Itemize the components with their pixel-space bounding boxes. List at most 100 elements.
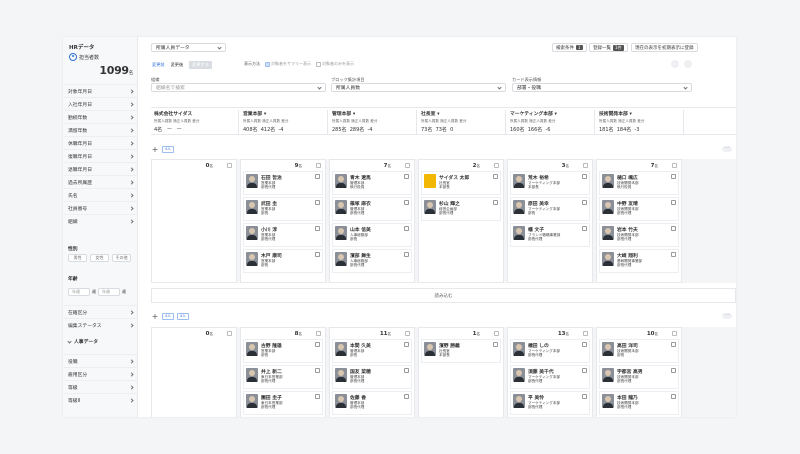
card-checkbox[interactable] xyxy=(671,342,676,347)
column-checkbox[interactable] xyxy=(405,331,410,336)
stat-tech[interactable]: 技術開発本部 ▾ 所属人員数 適正人員数 差分 181名 184名 -3 xyxy=(596,110,684,134)
sidebar-item-name[interactable]: 氏名 xyxy=(63,188,137,201)
card-checkbox[interactable] xyxy=(315,174,320,179)
employee-card[interactable]: 小川 淳営業本部 部長代理 xyxy=(243,223,323,247)
sidebar-item-grade2[interactable]: 等級Ⅱ xyxy=(63,393,137,406)
card-checkbox[interactable] xyxy=(404,368,409,373)
card-checkbox[interactable] xyxy=(671,174,676,179)
add-plus-icon[interactable]: + xyxy=(151,145,159,154)
column-checkbox[interactable] xyxy=(316,163,321,168)
sidebar-item-position[interactable]: 役職 xyxy=(63,354,137,367)
card-checkbox[interactable] xyxy=(582,394,587,399)
card-checkbox[interactable] xyxy=(582,226,587,231)
next-circle-button[interactable] xyxy=(684,60,692,68)
org-search-input[interactable]: 組織名で検索 xyxy=(151,83,326,92)
card-checkbox[interactable] xyxy=(493,174,498,179)
column-checkbox[interactable] xyxy=(672,331,677,336)
column-checkbox[interactable] xyxy=(227,331,232,336)
employee-card[interactable]: 岩本 竹夫 技術開発本部 部長代理 xyxy=(599,223,679,247)
card-checkbox[interactable] xyxy=(315,200,320,205)
row-tag[interactable]: 4人 xyxy=(176,312,189,320)
employee-card[interactable]: 大崎 翔利 基幹開発事業部 部長代理 xyxy=(599,249,679,273)
column-checkbox[interactable] xyxy=(583,163,588,168)
sidebar-item-target-date[interactable]: 対象年月日 xyxy=(63,84,137,97)
card-checkbox[interactable] xyxy=(315,226,320,231)
employee-card[interactable]: 濱野 勝義 社長室 本部長 xyxy=(421,339,501,363)
prev-circle-button[interactable] xyxy=(671,60,679,68)
employee-card[interactable]: 佐藤 香管理本部 部長代理 xyxy=(332,391,412,415)
card-checkbox[interactable] xyxy=(404,394,409,399)
section-hr-data[interactable]: 人事データ xyxy=(63,335,137,348)
sidebar-item-grade[interactable]: 等級 xyxy=(63,380,137,393)
registered-list-button[interactable]: 登録一覧 1件 xyxy=(589,43,628,52)
column-checkbox[interactable] xyxy=(583,331,588,336)
sidebar-item-years[interactable]: 満留年数 xyxy=(63,123,137,136)
employee-card[interactable]: 宇都宮 高男 技術開発本部 部長代理 xyxy=(599,365,679,389)
employee-card[interactable]: 須藤 美千代 マーケティング本部 部長代理 xyxy=(510,365,590,389)
sidebar-item-org[interactable]: 組織 xyxy=(63,214,137,227)
column-checkbox[interactable] xyxy=(494,163,499,168)
employee-card[interactable]: 濱部 舞生 人事総務部 部長代理 xyxy=(332,249,412,273)
sidebar-item-leave-date[interactable]: 休職年月日 xyxy=(63,136,137,149)
employee-card[interactable]: 山本 信美 人事総務部 部長 xyxy=(332,223,412,247)
card-select[interactable]: 部署・役職 xyxy=(512,83,692,92)
add-plus-icon[interactable]: + xyxy=(151,312,159,321)
employee-card[interactable]: 幡 文子 ブランド戦略事業部 部長代理 xyxy=(510,223,590,247)
employee-card[interactable]: 原田 美幸 マーケティング本部 部長 xyxy=(510,197,590,221)
employee-card[interactable]: 園田 圭子 東日本営業部 部長代理 xyxy=(243,391,323,415)
save-default-view-button[interactable]: 現在の表示を初期表示に登録 xyxy=(631,43,698,52)
card-checkbox[interactable] xyxy=(404,252,409,257)
employee-card[interactable]: 井上 新二 東日本営業部 部長代理 xyxy=(243,365,323,389)
column-checkbox[interactable] xyxy=(494,331,499,336)
sidebar-item-employment[interactable]: 雇用区分 xyxy=(63,367,137,380)
employee-card[interactable]: 中野 友晴 技術開発本部 部長代理 xyxy=(599,197,679,221)
employee-card[interactable]: 木戸 康司 営業本部 部長 xyxy=(243,249,323,273)
employee-card[interactable]: 青木 遼馬 管理本部 執行役員 xyxy=(332,171,412,195)
stat-president[interactable]: 社長室 ▾ 所属人員数 適正人員数 差分 73名 73名 0 xyxy=(418,110,506,134)
row-tag[interactable]: 4人 xyxy=(162,312,174,320)
sidebar-item-status[interactable]: 在籍区分 xyxy=(63,305,137,318)
sidebar-item-retire-date[interactable]: 退職年月日 xyxy=(63,162,137,175)
column-checkbox[interactable] xyxy=(316,331,321,336)
gender-male-button[interactable]: 男性 xyxy=(68,254,87,262)
gender-female-button[interactable]: 女性 xyxy=(90,254,109,262)
card-checkbox[interactable] xyxy=(404,174,409,179)
sidebar-item-join-date[interactable]: 入社年月日 xyxy=(63,97,137,110)
card-checkbox[interactable] xyxy=(493,342,498,347)
stat-marketing[interactable]: マーケティング本部 ▾ 所属人員数 適正人員数 差分 160名 166名 -6 xyxy=(507,110,595,134)
card-checkbox[interactable] xyxy=(315,368,320,373)
more-icon[interactable]: ··· xyxy=(722,313,732,319)
card-checkbox[interactable] xyxy=(315,394,320,399)
card-checkbox[interactable] xyxy=(315,252,320,257)
card-checkbox[interactable] xyxy=(404,200,409,205)
employee-card[interactable]: 樋口 颯広 技術開発本部 執行役員 xyxy=(599,171,679,195)
card-checkbox[interactable] xyxy=(493,200,498,205)
tab-before[interactable]: 変更前 xyxy=(152,62,165,68)
employee-card[interactable]: 本間 久美 管理本部 部長 xyxy=(332,339,412,363)
card-checkbox[interactable] xyxy=(671,394,676,399)
age-to-input[interactable]: 年歳 xyxy=(98,288,120,296)
employee-card[interactable]: 国友 菜穂 管理本部 部長代理 xyxy=(332,365,412,389)
age-from-input[interactable]: 年歳 xyxy=(68,288,90,296)
more-icon[interactable]: ··· xyxy=(722,146,732,152)
card-checkbox[interactable] xyxy=(671,252,676,257)
employee-card[interactable]: 篠塚 麻衣 管理本部 部長代理 xyxy=(332,197,412,221)
block-select[interactable]: 所属人員数 xyxy=(331,83,506,92)
card-checkbox[interactable] xyxy=(315,342,320,347)
card-checkbox[interactable] xyxy=(404,226,409,231)
sidebar-item-edit-status[interactable]: 編集ステータス xyxy=(63,318,137,331)
card-checkbox[interactable] xyxy=(582,200,587,205)
employee-card[interactable]: 古野 隆雄 営業本部 部長 xyxy=(243,339,323,363)
employee-card[interactable]: 高田 洋司 技術開発本部 部長 xyxy=(599,339,679,363)
stat-admin[interactable]: 管理本部 ▾ 所属人員数 適正人員数 差分 285名 289名 -4 xyxy=(329,110,417,134)
employee-card[interactable]: 本田 龍乃 技術開発本部 部長代理 xyxy=(599,391,679,415)
card-checkbox[interactable] xyxy=(671,368,676,373)
employee-card[interactable]: 杉山 輝之 経営企画部 部長代理 xyxy=(421,197,501,221)
card-checkbox[interactable] xyxy=(404,342,409,347)
tab-after[interactable]: 変更後 xyxy=(171,62,184,68)
load-more-button[interactable]: 読み込む xyxy=(151,288,736,303)
card-checkbox[interactable] xyxy=(582,174,587,179)
employee-card[interactable]: 石田 哲治 営業本部 部長代理 xyxy=(243,171,323,195)
view-select[interactable]: 所属人員データ xyxy=(151,43,226,52)
sidebar-item-tenure[interactable]: 勤続年数 xyxy=(63,110,137,123)
